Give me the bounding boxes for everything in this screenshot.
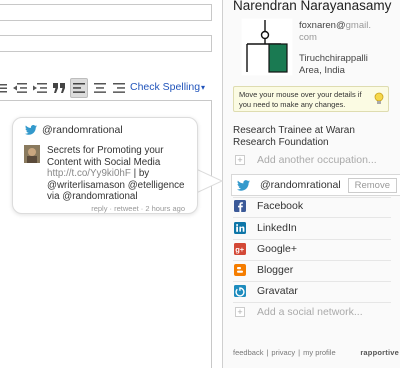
edit-hint-box: Move your mouse over your details if you… (233, 86, 389, 112)
contact-email[interactable]: foxnaren@gmail. com (299, 20, 399, 44)
align-right-icon[interactable] (111, 78, 127, 98)
occupation-text: Research Trainee at Waran Research Found… (233, 125, 355, 148)
contact-avatar (241, 18, 293, 76)
network-label: Gravatar (257, 285, 298, 297)
tweet-link[interactable]: http://t.co/Yy9ki0hF (47, 168, 131, 179)
plus-icon: + (233, 305, 247, 319)
my-profile-link[interactable]: my profile (303, 348, 336, 357)
tweet-via: via @randomrational (47, 191, 138, 203)
formatting-toolbar: Check Spelling▾ (0, 78, 222, 98)
remove-button[interactable]: Remove (347, 177, 397, 193)
bulleted-list-icon[interactable] (0, 78, 8, 98)
twitter-profile-row[interactable]: @randomrational Remove (231, 174, 400, 196)
linkedin-icon (233, 221, 247, 235)
hint-text: Move your mouse over your details if you… (239, 90, 362, 109)
sidebar-footer: feedback | privacy | my profile rapporti… (233, 348, 399, 357)
tweet-mentions[interactable]: @writerlisamason @etelligence (47, 180, 185, 191)
network-row-facebook[interactable]: Facebook (233, 196, 391, 216)
tweet-author-handle[interactable]: @randomrational (42, 124, 123, 136)
network-label: Blogger (257, 264, 294, 276)
add-network-label: Add a social network... (257, 306, 363, 318)
email-domain: gmail. (345, 20, 371, 31)
tweet-by-prefix: | by (133, 168, 150, 180)
facebook-icon (233, 199, 247, 213)
popup-pointer (196, 168, 224, 194)
contact-name: Narendran Narayanasamy (233, 0, 392, 13)
add-occupation-label: Add another occupation... (257, 154, 377, 166)
tweet-body: Secrets for Promoting your Content with … (47, 145, 164, 168)
subject-field[interactable] (0, 4, 212, 21)
privacy-link[interactable]: privacy (271, 348, 295, 357)
quote-icon[interactable] (52, 78, 66, 98)
chevron-down-icon: ▾ (201, 83, 206, 92)
align-center-icon[interactable] (92, 78, 108, 98)
svg-text:g+: g+ (235, 245, 245, 254)
gravatar-icon (233, 284, 247, 298)
twitter-handle: @randomrational (260, 179, 341, 191)
network-label: LinkedIn (257, 222, 297, 234)
rapportive-logo: rapportive (360, 348, 399, 357)
tweet-avatar (24, 145, 40, 163)
network-row-google-plus[interactable]: g+ Google+ (233, 239, 391, 259)
blogger-icon (233, 263, 247, 277)
indent-more-icon[interactable] (32, 78, 48, 98)
recipient-field[interactable] (0, 35, 212, 52)
network-row-blogger[interactable]: Blogger (233, 260, 391, 280)
email-user: foxnaren@ (299, 20, 346, 31)
location-line-1: Tiruchchirappalli (299, 53, 368, 64)
twitter-bird-icon (236, 178, 250, 192)
tweet-meta[interactable]: reply · retweet · 2 hours ago (91, 204, 185, 213)
network-row-gravatar[interactable]: Gravatar (233, 281, 391, 301)
email-tld: com (299, 32, 317, 43)
rapportive-sidebar: Narendran Narayanasamy foxnaren@gmail. c… (222, 0, 400, 368)
network-label: Facebook (257, 200, 304, 212)
network-label: Google+ (257, 243, 297, 255)
check-spelling-button[interactable]: Check Spelling▾ (130, 81, 205, 93)
add-occupation-link[interactable]: + Add another occupation... (233, 150, 391, 170)
plus-icon: + (233, 153, 247, 167)
tweet-header: @randomrational (25, 124, 123, 136)
google-plus-icon: g+ (233, 242, 247, 256)
indent-less-icon[interactable] (12, 78, 28, 98)
twitter-bird-icon (25, 125, 37, 135)
contact-location: Tiruchchirappalli Area, India (299, 53, 399, 77)
align-left-icon[interactable] (70, 78, 88, 98)
footer-separator: | (298, 348, 301, 357)
tweet-text: Secrets for Promoting your Content with … (47, 145, 195, 203)
footer-separator: | (266, 348, 269, 357)
lightbulb-icon (374, 92, 384, 104)
network-row-linkedin[interactable]: LinkedIn (233, 218, 391, 238)
latest-tweet-popup: @randomrational Secrets for Promoting yo… (12, 117, 198, 214)
check-spelling-label: Check Spelling (130, 81, 201, 93)
add-social-network-link[interactable]: + Add a social network... (233, 302, 391, 322)
feedback-link[interactable]: feedback (233, 348, 263, 357)
location-line-2: Area, India (299, 65, 345, 76)
